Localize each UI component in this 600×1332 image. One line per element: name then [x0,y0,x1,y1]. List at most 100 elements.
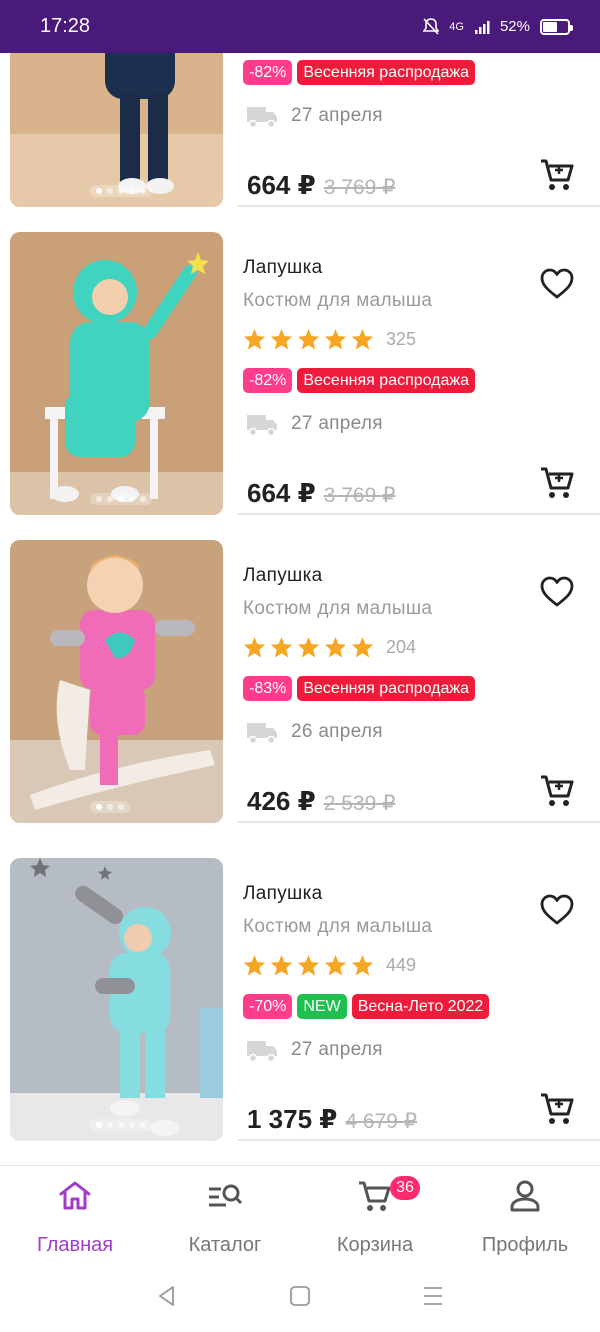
cart-add-icon[interactable] [538,464,576,502]
mute-bell-icon [423,17,440,35]
home-icon [59,1181,91,1210]
promo-badge: NEW [297,994,347,1019]
star-icon [297,954,320,976]
star-icon [297,636,320,658]
product-info: -82% Весенняя распродажа 27 апреля 664 ₽ … [243,53,600,207]
rating: 204 [243,636,416,658]
cart-add-icon[interactable] [538,772,576,810]
menu-icon[interactable] [421,1284,445,1308]
old-price: 3 769 ₽ [323,484,396,507]
product-info: Лапушка Костюм для малыша 449 -70% NEW Вес… [243,858,600,1141]
photo-dot [96,1122,102,1128]
review-count: 325 [386,328,417,349]
catalog-search-icon [209,1184,243,1207]
divider [238,205,600,207]
product-title[interactable]: Костюм для малыша [243,598,432,620]
nav-profile[interactable]: Профиль [450,1166,600,1260]
delivery: 26 апреля [245,720,383,744]
photo-dot [129,1122,135,1128]
system-nav-bar [0,1260,600,1332]
delivery-date: 27 апреля [291,105,383,126]
nav-catalog[interactable]: Каталог [150,1166,300,1260]
old-price: 4 679 ₽ [345,1110,418,1133]
home-button-icon[interactable] [288,1284,312,1308]
photo-dot [118,496,124,502]
star-icon [351,636,374,658]
back-icon[interactable] [155,1284,179,1308]
product-feed[interactable]: -82% Весенняя распродажа 27 апреля 664 ₽ … [0,53,600,1165]
old-price: 3 769 ₽ [323,176,396,199]
price: 1 375 ₽ [247,1104,338,1134]
photo-dot [140,188,146,194]
delivery: 27 апреля [245,1038,383,1062]
product-photo[interactable] [10,232,223,515]
rating: 449 [243,954,416,976]
status-time: 17:28 [40,15,91,37]
photo-indicator [90,185,152,197]
promo-badge: -82% [243,60,293,85]
product-card[interactable]: Лапушка Костюм для малыша 325 -82% Весенн… [0,232,600,540]
delivery-date: 27 апреля [291,1039,383,1060]
promo-badge: Весенняя распродажа [297,368,476,393]
nav-home-label: Главная [36,1234,114,1256]
product-photo[interactable] [10,540,223,823]
star-icon [324,328,347,350]
badges: -82% Весенняя распродажа [243,368,476,393]
product-title[interactable]: Костюм для малыша [243,290,432,312]
photo-dot [129,188,135,194]
product-title[interactable]: Костюм для малыша [243,916,432,938]
product-card[interactable]: -82% Весенняя распродажа 27 апреля 664 ₽ … [0,53,600,232]
cart-icon [359,1181,391,1211]
star-icon [243,636,266,658]
price-row: 1 375 ₽ 4 679 ₽ [247,1104,417,1135]
photo-dot [107,1122,113,1128]
star-icon [243,954,266,976]
photo-dot [107,188,113,194]
star-icon [270,328,293,350]
star-icon [351,328,374,350]
product-card[interactable]: Лапушка Костюм для малыша 449 -70% NEW Вес… [0,858,600,1165]
price: 426 ₽ [247,786,316,816]
truck-icon [247,723,277,744]
star-icon [297,328,320,350]
star-icon [324,636,347,658]
heart-icon[interactable] [540,268,574,300]
divider [238,513,600,515]
network-type: 4G [449,20,464,33]
photo-dot [96,188,102,194]
photo-dot [129,496,135,502]
product-info: Лапушка Костюм для малыша 325 -82% Весенн… [243,232,600,515]
product-card[interactable]: Лапушка Костюм для малыша 204 -83% Весенн… [0,540,600,848]
product-photo[interactable] [10,858,223,1141]
battery-level [543,21,557,32]
nav-cart[interactable]: 36 Корзина [300,1166,450,1260]
bottom-nav: Главная Каталог 36 Корзина Профиль [0,1165,600,1260]
cart-add-icon[interactable] [538,1090,576,1128]
star-icon [243,328,266,350]
cart-add-icon[interactable] [538,156,576,194]
heart-icon[interactable] [540,576,574,608]
product-photo[interactable] [10,53,223,207]
cart-count-badge: 36 [390,1176,420,1200]
heart-icon[interactable] [540,894,574,926]
price: 664 ₽ [247,478,316,508]
product-info: Лапушка Костюм для малыша 204 -83% Весенн… [243,540,600,823]
status-bar: 17:28 4G 52% [0,0,600,53]
battery-percent: 52% [499,18,530,35]
old-price: 2 539 ₽ [323,792,396,815]
truck-icon [247,1041,277,1062]
review-count: 204 [386,636,417,657]
promo-badge: Весенняя распродажа [297,60,476,85]
review-count: 449 [386,954,417,975]
badges: -83% Весенняя распродажа [243,676,476,701]
nav-home[interactable]: Главная [0,1166,150,1260]
signal-icon [474,20,490,34]
price-row: 426 ₽ 2 539 ₽ [247,786,395,817]
star-icon [270,954,293,976]
photo-dot [107,804,113,810]
rating: 325 [243,328,416,350]
promo-badge: Весенняя распродажа [297,676,476,701]
badges: -82% Весенняя распродажа [243,60,476,85]
photo-indicator [90,1119,152,1131]
photo-indicator [90,493,152,505]
